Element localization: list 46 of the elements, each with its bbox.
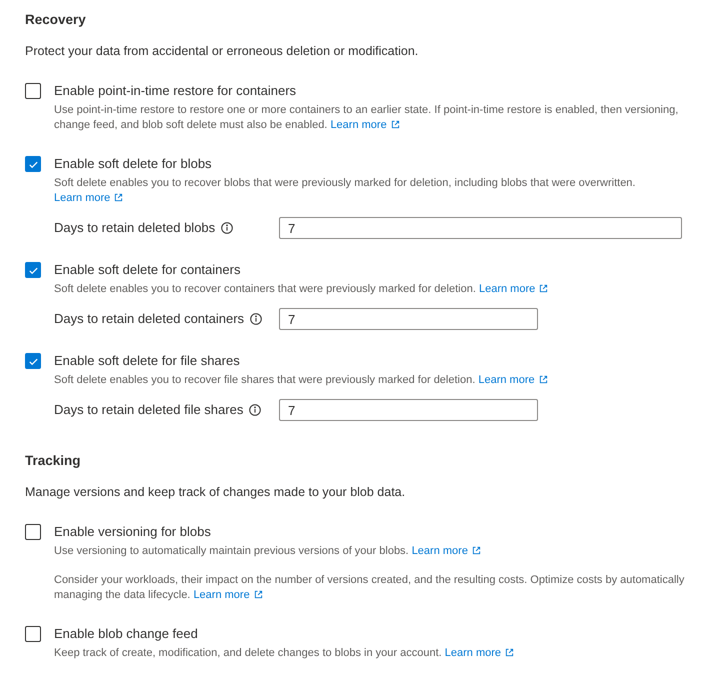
field-label: Days to retain deleted blobs xyxy=(54,219,216,238)
info-icon[interactable] xyxy=(250,313,262,325)
checkbox[interactable] xyxy=(25,83,41,99)
learn-more-link[interactable]: Learn more xyxy=(193,589,263,601)
external-link-icon xyxy=(505,648,514,657)
checkbox[interactable] xyxy=(25,262,41,278)
option-label: Enable soft delete for blobs xyxy=(54,155,213,173)
option-description: Keep track of create, modification, and delete changes to blobs in your account. Learn more xyxy=(54,646,693,661)
external-link-icon xyxy=(539,284,548,293)
external-link-icon xyxy=(114,193,124,202)
option-description: Consider your workloads, their impact on the number of versions created, and the resulting costs. Optimize costs by automatically managing the data lifecycle. Learn more xyxy=(54,573,686,603)
section-title: Recovery xyxy=(25,11,87,29)
days-input-field[interactable]: 7 xyxy=(279,399,538,421)
option-label: Enable blob change feed xyxy=(54,625,199,643)
learn-more-link[interactable]: Learn more xyxy=(478,283,548,295)
field-label: Days to retain deleted containers xyxy=(54,310,244,328)
option-label: Enable soft delete for file shares xyxy=(54,352,241,370)
checkbox[interactable] xyxy=(25,156,41,172)
external-link-icon xyxy=(472,546,481,555)
checkbox[interactable] xyxy=(25,524,41,540)
days-input-field[interactable]: 7 xyxy=(279,308,538,330)
checkbox[interactable] xyxy=(25,353,41,369)
learn-more-link[interactable]: Learn more xyxy=(444,647,514,659)
learn-more-link[interactable]: Learn more xyxy=(412,545,481,557)
external-link-icon xyxy=(390,120,400,129)
info-icon[interactable] xyxy=(249,404,262,416)
option-label: Enable soft delete for containers xyxy=(54,261,242,279)
days-input-field[interactable]: 7 xyxy=(279,217,682,239)
option-label: Enable point-in-time restore for containers xyxy=(54,82,298,100)
learn-more-link[interactable]: Learn more xyxy=(54,192,124,204)
checkbox[interactable] xyxy=(25,626,41,642)
learn-more-link[interactable]: Learn more xyxy=(478,374,548,386)
option-description: Use versioning to automatically maintain previous versions of your blobs. Learn more xyxy=(54,544,693,559)
option-description: Use point-in-time restore to restore one or more containers to an earlier state. If point-in-time restore is enabled, then versioning, change feed, and blob soft delete must also be enabled. Learn more xyxy=(54,103,680,133)
info-icon[interactable] xyxy=(221,222,234,234)
external-link-icon xyxy=(538,375,548,384)
section-title: Tracking xyxy=(25,452,82,470)
section-description: Protect your data from accidental or erroneous deletion or modification. xyxy=(25,43,420,60)
option-description: Soft delete enables you to recover containers that were previously marked for deletion. Learn more xyxy=(54,282,693,297)
option-description: Soft delete enables you to recover file shares that were previously marked for deletion. Learn more xyxy=(54,373,693,388)
option-label: Enable versioning for blobs xyxy=(54,523,212,541)
learn-more-link[interactable]: Learn more xyxy=(330,119,400,131)
option-description: Soft delete enables you to recover blobs that were previously marked for deletion, including blobs that were overwritten. Learn more xyxy=(54,176,636,206)
section-description: Manage versions and keep track of changes made to your blob data. xyxy=(25,484,406,502)
external-link-icon xyxy=(254,590,263,599)
field-label: Days to retain deleted file shares xyxy=(54,401,244,420)
